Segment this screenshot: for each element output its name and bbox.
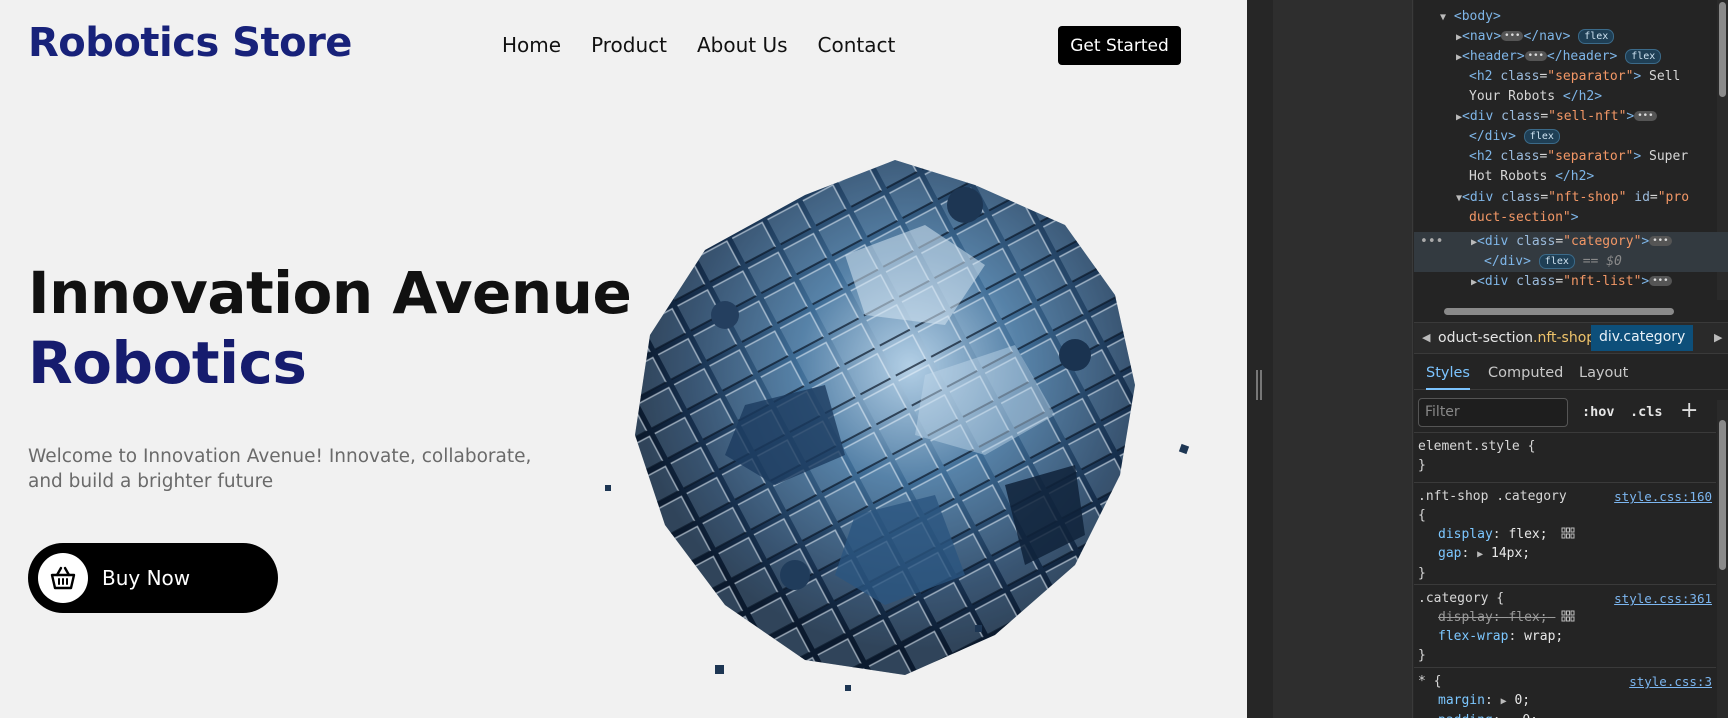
styles-vertical-scrollbar[interactable] xyxy=(1717,400,1728,718)
nav-product[interactable]: Product xyxy=(591,33,667,57)
cls-toggle[interactable]: .cls xyxy=(1630,404,1663,420)
dom-h2-hot[interactable]: <h2 class="separator"> Super xyxy=(1469,147,1688,167)
dom-body[interactable]: ▼ <body> xyxy=(1440,7,1501,28)
devtools-resize-handle[interactable] xyxy=(1247,0,1273,718)
flexbox-editor-icon[interactable] xyxy=(1561,610,1575,622)
rule3-margin[interactable]: margin: ▶ 0; xyxy=(1418,691,1712,711)
flexbox-editor-icon[interactable] xyxy=(1561,527,1575,539)
hero-title: Innovation Avenue Robotics xyxy=(28,258,632,398)
robot-cube-sphere-image xyxy=(595,155,1205,715)
hero-title-line2: Robotics xyxy=(28,329,307,397)
dom-div-nft-shop-id: duct-section"> xyxy=(1469,210,1579,225)
dom-div-sell-nft-close: </div> flex xyxy=(1469,127,1560,147)
devtools-gutter xyxy=(1273,0,1413,718)
dom-horizontal-scrollbar[interactable] xyxy=(1414,304,1714,318)
rule3-source-link[interactable]: style.css:3 xyxy=(1629,672,1712,691)
breadcrumb-left-icon[interactable]: ◀ xyxy=(1422,331,1430,344)
tab-layout[interactable]: Layout xyxy=(1579,365,1628,381)
breadcrumb-item-category[interactable]: div.category xyxy=(1591,325,1694,351)
styles-toolbar: Filter :hov .cls + xyxy=(1414,396,1728,432)
dom-h2-sell-text: Your Robots </h2> xyxy=(1469,89,1603,104)
hov-toggle[interactable]: :hov xyxy=(1582,404,1615,420)
dom-h2-sell[interactable]: <h2 class="separator"> Sell xyxy=(1469,67,1680,87)
rule3-selector: * { xyxy=(1418,674,1442,689)
rule2-source-link[interactable]: style.css:361 xyxy=(1614,589,1712,608)
element-style-selector: element.style { xyxy=(1418,439,1536,454)
add-rule-icon[interactable]: + xyxy=(1680,398,1698,423)
dom-div-category-close: </div> flex == $0 xyxy=(1484,254,1622,269)
dom-h2-hot-text: Hot Robots </h2> xyxy=(1469,169,1595,184)
rule-nft-shop-category[interactable]: .nft-shop .category style.css:160 { disp… xyxy=(1414,482,1716,587)
breadcrumb-item-product-section[interactable]: oduct-section.nft-shop xyxy=(1438,330,1595,346)
basket-icon xyxy=(38,553,88,603)
rule-element-style[interactable]: element.style { } xyxy=(1414,432,1716,479)
more-options-icon[interactable]: ••• xyxy=(1420,232,1443,252)
main-nav: Home Product About Us Contact xyxy=(502,33,895,57)
brand-logo[interactable]: Robotics Store xyxy=(28,20,352,66)
rule2-selector: .category { xyxy=(1418,591,1505,606)
rule-universal[interactable]: * { style.css:3 margin: ▶ 0; padding: ▶ … xyxy=(1414,667,1716,718)
styles-filter-input[interactable]: Filter xyxy=(1418,398,1568,427)
rule2-flex-wrap[interactable]: flex-wrap: wrap; xyxy=(1418,627,1712,646)
rule1-selector: .nft-shop .category xyxy=(1418,489,1567,504)
breadcrumb-right-icon[interactable]: ▶ xyxy=(1714,331,1722,344)
rule1-display[interactable]: display: flex; xyxy=(1418,525,1712,544)
breadcrumb: ◀ oduct-section.nft-shop div.category ▶ xyxy=(1414,322,1728,354)
tab-styles[interactable]: Styles xyxy=(1426,365,1470,390)
nav-contact[interactable]: Contact xyxy=(818,33,896,57)
resize-grip-icon xyxy=(1256,370,1262,400)
rule1-source-link[interactable]: style.css:160 xyxy=(1614,487,1712,506)
rule-category[interactable]: .category { style.css:361 display: flex;… xyxy=(1414,584,1716,669)
dom-header[interactable]: ▶<header> ••• </header> flex xyxy=(1456,47,1662,68)
style-rules: element.style { } .nft-shop .category st… xyxy=(1414,432,1716,718)
tab-computed[interactable]: Computed xyxy=(1488,365,1563,381)
buy-now-button[interactable]: Buy Now xyxy=(28,543,278,613)
devtools-panel: ▼ <body> ▶<nav> ••• </nav> flex ▶<header> •… xyxy=(1273,0,1728,718)
rule3-padding[interactable]: padding: ▶ 0; xyxy=(1418,711,1712,718)
dom-div-nft-list[interactable]: ▶<div class="nft-list"> ••• xyxy=(1471,272,1672,293)
nav-home[interactable]: Home xyxy=(502,33,561,57)
hero-title-line1: Innovation Avenue xyxy=(28,259,632,327)
get-started-button[interactable]: Get Started xyxy=(1058,26,1181,65)
website-viewport: Robotics Store Home Product About Us Con… xyxy=(0,0,1247,718)
rule2-display-overridden[interactable]: display: flex; xyxy=(1418,608,1712,627)
styles-tabs: Styles Computed Layout xyxy=(1414,356,1728,390)
devtools-elements: ▼ <body> ▶<nav> ••• </nav> flex ▶<header> •… xyxy=(1414,0,1728,718)
hero-subtitle: Welcome to Innovation Avenue! Innovate, … xyxy=(28,446,532,492)
buy-now-label: Buy Now xyxy=(102,566,191,590)
dom-div-nft-shop[interactable]: ▼<div class="nft-shop" id="pro xyxy=(1456,188,1689,209)
nav-about-us[interactable]: About Us xyxy=(697,33,788,57)
dom-tree: ▼ <body> ▶<nav> ••• </nav> flex ▶<header> •… xyxy=(1414,0,1714,300)
rule1-gap[interactable]: gap: ▶ 14px; xyxy=(1418,544,1712,564)
dom-div-sell-nft[interactable]: ▶<div class="sell-nft"> ••• xyxy=(1456,107,1657,128)
dom-nav[interactable]: ▶<nav> ••• </nav> flex xyxy=(1456,27,1615,48)
dom-div-category[interactable]: ▶<div class="category"> ••• xyxy=(1471,232,1672,253)
